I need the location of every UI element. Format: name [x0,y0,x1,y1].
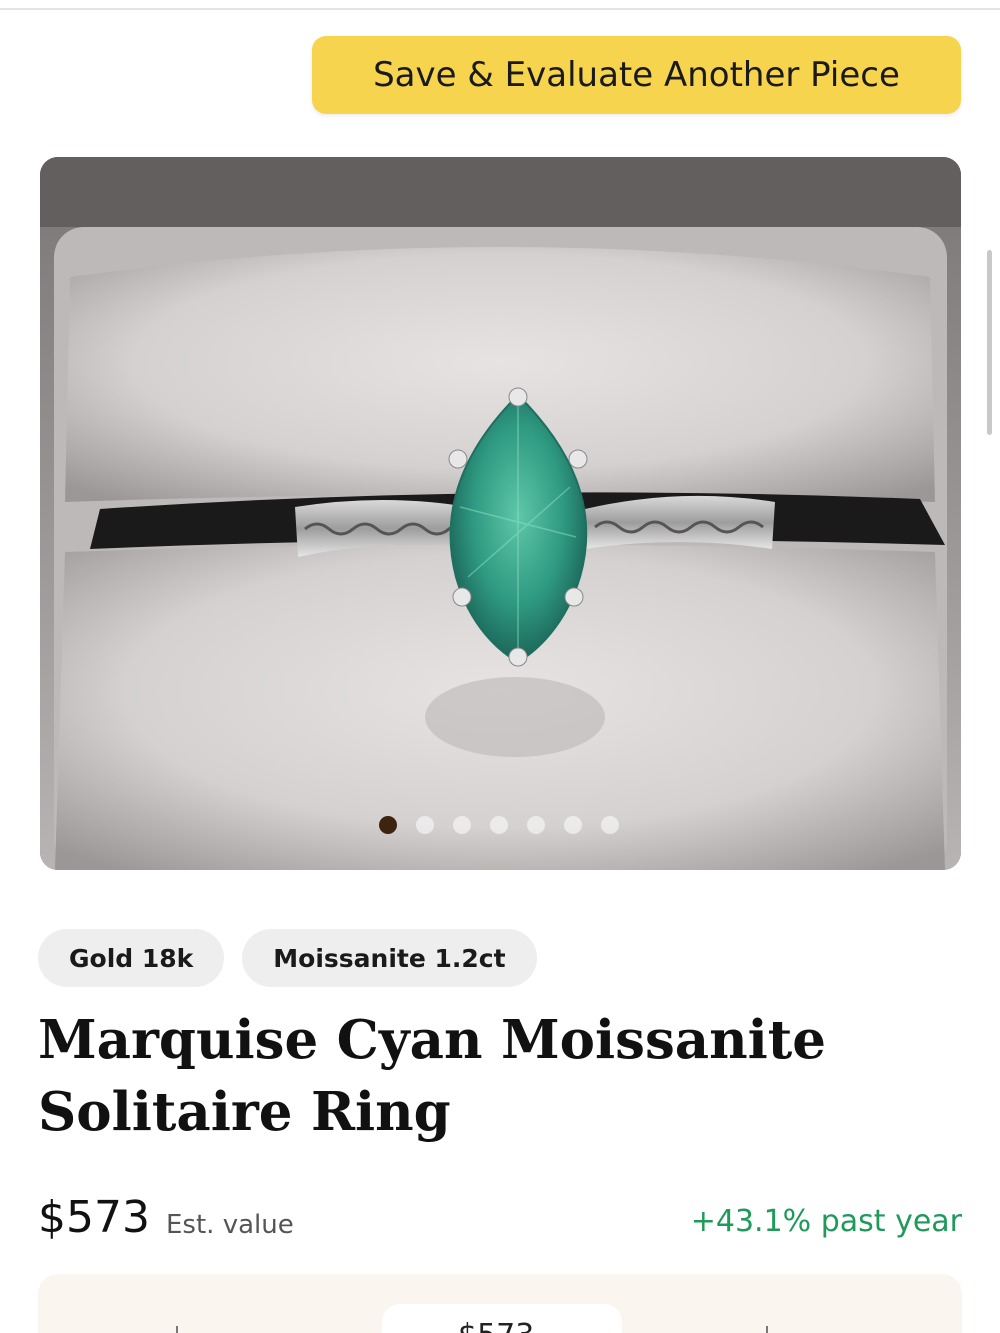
value-pill-label: $573 [458,1318,534,1333]
top-divider [0,8,1000,10]
price-caption: Est. value [166,1210,294,1240]
axis-tick [766,1326,768,1333]
item-photo-carousel[interactable] [40,157,961,870]
value-history-panel: $573 [38,1274,962,1333]
tag-chip-metal[interactable]: Gold 18k [38,929,225,987]
valuation-row: $573 Est. value +43.1% past year [38,1190,962,1250]
carousel-dot-4[interactable] [490,816,508,834]
tag-chip-stone[interactable]: Moissanite 1.2ct [242,929,537,987]
axis-tick [176,1326,178,1333]
tag-chips: Gold 18k Moissanite 1.2ct [38,929,537,987]
carousel-dot-7[interactable] [601,816,619,834]
value-pill[interactable]: $573 [382,1304,622,1333]
carousel-dot-6[interactable] [564,816,582,834]
carousel-dot-3[interactable] [453,816,471,834]
item-title: Marquise Cyan Moissanite Solitaire Ring [38,1009,827,1143]
carousel-dot-2[interactable] [416,816,434,834]
estimated-price: $573 [38,1192,150,1243]
carousel-pagination[interactable] [379,816,619,834]
ring-photo [40,157,961,870]
carousel-dot-1[interactable] [379,816,397,834]
scrollbar[interactable] [987,250,992,435]
value-change: +43.1% past year [690,1204,962,1239]
carousel-dot-5[interactable] [527,816,545,834]
save-evaluate-button[interactable]: Save & Evaluate Another Piece [312,36,961,114]
